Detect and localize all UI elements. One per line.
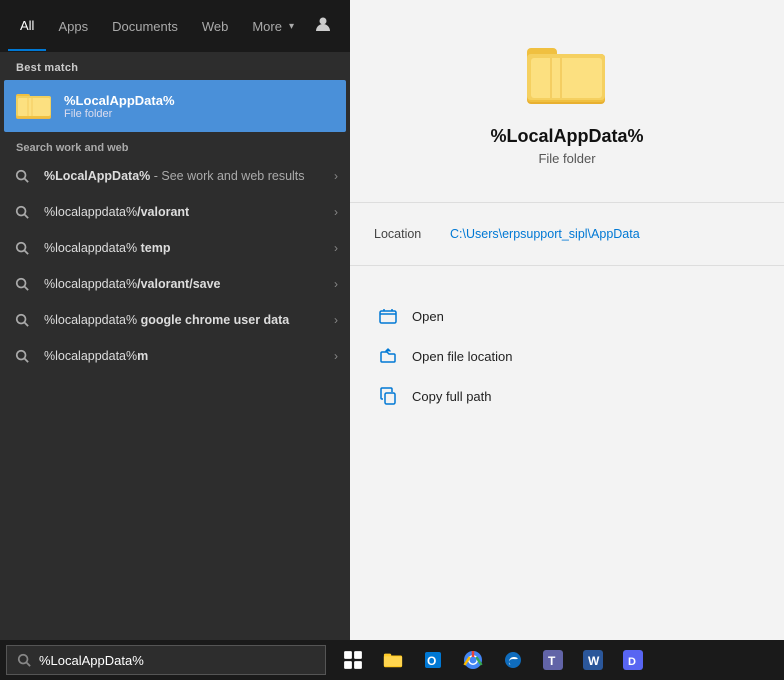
list-item-1[interactable]: %localappdata%/valorant › — [0, 194, 350, 230]
svg-text:T: T — [548, 654, 556, 668]
list-item-arrow-2: › — [334, 241, 338, 255]
detail-location: Location C:\Users\erpsupport_sipl\AppDat… — [350, 219, 784, 249]
list-item-arrow-3: › — [334, 277, 338, 291]
tab-apps[interactable]: Apps — [46, 3, 100, 50]
list-item-text-2: %localappdata% temp — [44, 240, 334, 256]
list-item-arrow-5: › — [334, 349, 338, 363]
list-item-5[interactable]: %localappdata%m › — [0, 338, 350, 374]
detail-icon-area: %LocalAppData% File folder — [470, 0, 663, 186]
edge-button[interactable] — [494, 641, 532, 679]
location-label: Location — [374, 227, 434, 241]
tab-bar: All Apps Documents Web More ▾ ··· — [0, 0, 350, 52]
list-item-text-3: %localappdata%/valorant/save — [44, 276, 334, 292]
copy-full-path-button[interactable]: Copy full path — [374, 378, 760, 414]
list-item-3[interactable]: %localappdata%/valorant/save › — [0, 266, 350, 302]
list-item-text-5: %localappdata%m — [44, 348, 334, 364]
discord-button[interactable]: D — [614, 641, 652, 679]
task-view-button[interactable] — [334, 641, 372, 679]
teams-button[interactable]: T — [534, 641, 572, 679]
taskbar: O T — [0, 640, 784, 680]
tab-all[interactable]: All — [8, 2, 46, 51]
svg-text:D: D — [628, 656, 636, 668]
detail-divider — [350, 202, 784, 203]
chevron-down-icon: ▾ — [289, 21, 294, 32]
svg-text:W: W — [588, 654, 600, 668]
search-panel: All Apps Documents Web More ▾ ··· Best m… — [0, 0, 350, 640]
open-file-location-button[interactable]: Open file location — [374, 338, 760, 374]
taskbar-search-box[interactable] — [6, 645, 326, 675]
best-match-name: %LocalAppData% — [64, 93, 175, 108]
taskbar-search-icon — [17, 653, 31, 667]
detail-folder-icon — [527, 40, 607, 110]
chrome-button[interactable] — [454, 641, 492, 679]
search-icon-5 — [12, 346, 32, 366]
folder-icon — [16, 88, 52, 124]
location-value[interactable]: C:\Users\erpsupport_sipl\AppData — [450, 227, 640, 241]
tab-web[interactable]: Web — [190, 3, 241, 50]
outlook-button[interactable]: O — [414, 641, 452, 679]
search-web-label: Search work and web — [0, 132, 350, 158]
tab-documents[interactable]: Documents — [100, 3, 190, 50]
best-match-label: Best match — [0, 52, 350, 80]
open-icon — [378, 306, 398, 326]
list-item-arrow-1: › — [334, 205, 338, 219]
detail-divider-2 — [350, 265, 784, 266]
list-item-4[interactable]: %localappdata% google chrome user data › — [0, 302, 350, 338]
tab-more[interactable]: More ▾ — [240, 3, 306, 50]
taskbar-items: O T — [334, 641, 652, 679]
open-file-location-icon — [378, 346, 398, 366]
best-match-item[interactable]: %LocalAppData% File folder — [4, 80, 346, 132]
best-match-type: File folder — [64, 108, 175, 120]
list-item-2[interactable]: %localappdata% temp › — [0, 230, 350, 266]
list-item-text-4: %localappdata% google chrome user data — [44, 312, 334, 328]
search-icon-4 — [12, 310, 32, 330]
detail-title: %LocalAppData% — [490, 126, 643, 147]
word-button[interactable]: W — [574, 641, 612, 679]
search-icon-0 — [12, 166, 32, 186]
list-item-arrow-4: › — [334, 313, 338, 327]
svg-text:O: O — [427, 654, 436, 668]
copy-icon — [378, 386, 398, 406]
list-item-arrow-0: › — [334, 169, 338, 183]
detail-actions: Open Open file location Copy full path — [350, 290, 784, 422]
account-icon-button[interactable] — [306, 7, 340, 46]
taskbar-search-input[interactable] — [39, 653, 315, 668]
detail-panel: %LocalAppData% File folder Location C:\U… — [350, 0, 784, 640]
search-icon-1 — [12, 202, 32, 222]
list-item-text-1: %localappdata%/valorant — [44, 204, 334, 220]
list-item-0[interactable]: %LocalAppData% - See work and web result… — [0, 158, 350, 194]
file-explorer-button[interactable] — [374, 641, 412, 679]
list-item-text-0: %LocalAppData% - See work and web result… — [44, 168, 334, 184]
search-icon-2 — [12, 238, 32, 258]
open-action-button[interactable]: Open — [374, 298, 760, 334]
search-icon-3 — [12, 274, 32, 294]
detail-subtitle: File folder — [538, 151, 595, 166]
